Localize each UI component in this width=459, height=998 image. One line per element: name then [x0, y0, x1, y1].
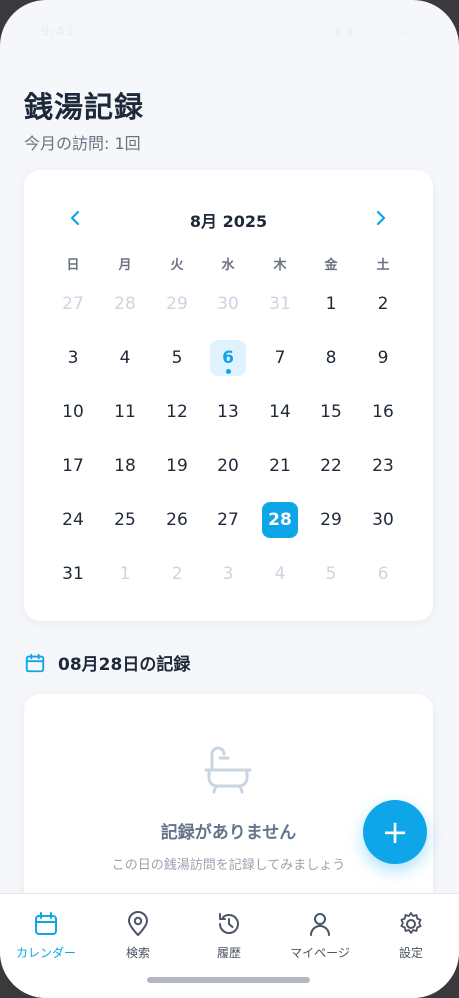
- tab-search[interactable]: 検索: [92, 910, 184, 970]
- calendar-day[interactable]: 1: [107, 556, 143, 592]
- calendar-day[interactable]: 25: [107, 502, 143, 538]
- calendar-day[interactable]: 30: [365, 502, 401, 538]
- bathtub-icon: [204, 746, 252, 794]
- chevron-right-icon: [376, 210, 386, 226]
- status-bar: 9:41 ▮▮ ◠ ▭: [0, 0, 459, 60]
- calendar-day[interactable]: 28: [262, 502, 298, 538]
- page-title: 銭湯記録: [24, 90, 145, 124]
- calendar-day[interactable]: 15: [313, 394, 349, 430]
- weekday-label: 木: [273, 258, 287, 273]
- tab-label: 履歴: [216, 946, 241, 960]
- calendar-card: 8月 2025 日月火水木金土 27 28 29 30 31 1 2 3 4 5 6 7 8 9 10 11 1…: [24, 170, 433, 621]
- weekday-label: 土: [376, 258, 390, 273]
- home-indicator: [147, 977, 310, 983]
- user-icon: [310, 913, 330, 936]
- weekday-label: 月: [118, 258, 132, 273]
- calendar-day[interactable]: 5: [159, 340, 195, 376]
- calendar-icon: [35, 912, 57, 935]
- calendar-day[interactable]: 10: [55, 394, 91, 430]
- calendar-day[interactable]: 12: [159, 394, 195, 430]
- app-screen: 9:41 ▮▮ ◠ ▭ 銭湯記録 今月の訪問: 1回 8月 2025 日月火水木…: [0, 0, 459, 998]
- calendar-day[interactable]: 2: [159, 556, 195, 592]
- calendar-day[interactable]: 18: [107, 448, 143, 484]
- calendar-day[interactable]: 2: [365, 286, 401, 322]
- map-pin-icon: [128, 911, 148, 936]
- calendar-day[interactable]: 28: [107, 286, 143, 322]
- calendar-day[interactable]: 4: [262, 556, 298, 592]
- tab-calendar[interactable]: カレンダー: [0, 910, 92, 970]
- weekday-label: 日: [66, 258, 80, 273]
- calendar-day[interactable]: 3: [210, 556, 246, 592]
- calendar-day[interactable]: 13: [210, 394, 246, 430]
- status-icons: ▮▮ ◠ ▭: [334, 24, 413, 38]
- calendar-day[interactable]: 20: [210, 448, 246, 484]
- calendar-day[interactable]: 29: [313, 502, 349, 538]
- calendar-day[interactable]: 16: [365, 394, 401, 430]
- empty-state-subtitle: この日の銭湯訪問を記録してみましょう: [111, 858, 346, 873]
- calendar-day[interactable]: 6: [365, 556, 401, 592]
- calendar-day[interactable]: 9: [365, 340, 401, 376]
- next-month-button[interactable]: [368, 206, 392, 230]
- add-record-button[interactable]: +: [363, 800, 427, 864]
- calendar-day[interactable]: 22: [313, 448, 349, 484]
- calendar-day[interactable]: 7: [262, 340, 298, 376]
- gear-icon: [400, 912, 422, 934]
- calendar-day[interactable]: 4: [107, 340, 143, 376]
- calendar-day[interactable]: 26: [159, 502, 195, 538]
- calendar-day[interactable]: 31: [262, 286, 298, 322]
- tab-label: マイページ: [290, 946, 350, 960]
- empty-state-card: 記録がありません この日の銭湯訪問を記録してみましょう: [24, 694, 433, 914]
- calendar-day[interactable]: 30: [210, 286, 246, 322]
- calendar-day[interactable]: 19: [159, 448, 195, 484]
- calendar-day[interactable]: 1: [313, 286, 349, 322]
- calendar-day[interactable]: 5: [313, 556, 349, 592]
- calendar-day[interactable]: 8: [313, 340, 349, 376]
- tab-label: 設定: [398, 946, 423, 960]
- tab-label: カレンダー: [15, 946, 76, 960]
- calendar-day[interactable]: 24: [55, 502, 91, 538]
- weekday-label: 金: [324, 258, 338, 273]
- tab-history[interactable]: 履歴: [183, 910, 275, 970]
- record-section-header: 08月28日の記録: [24, 650, 190, 675]
- calendar-day[interactable]: 27: [210, 502, 246, 538]
- tab-settings[interactable]: 設定: [365, 910, 457, 970]
- tab-mypage[interactable]: マイページ: [274, 910, 366, 970]
- status-time: 9:41: [40, 24, 75, 40]
- calendar-day[interactable]: 17: [55, 448, 91, 484]
- record-section-title: 08月28日の記録: [58, 655, 191, 675]
- weekday-label: 水: [221, 258, 235, 273]
- calendar-day[interactable]: 23: [365, 448, 401, 484]
- tab-label: 検索: [125, 946, 150, 960]
- calendar-day[interactable]: 31: [55, 556, 91, 592]
- visit-count: 今月の訪問: 1回: [24, 134, 141, 153]
- visit-indicator-dot: [226, 369, 231, 374]
- calendar-day[interactable]: 11: [107, 394, 143, 430]
- calendar-day[interactable]: 29: [159, 286, 195, 322]
- calendar-day[interactable]: 3: [55, 340, 91, 376]
- weekday-label: 火: [170, 258, 184, 273]
- calendar-day[interactable]: 27: [55, 286, 91, 322]
- calendar-icon: [25, 653, 45, 672]
- calendar-day[interactable]: 6: [210, 340, 246, 376]
- calendar-day[interactable]: 14: [262, 394, 298, 430]
- history-icon: [219, 913, 239, 934]
- calendar-day[interactable]: 21: [262, 448, 298, 484]
